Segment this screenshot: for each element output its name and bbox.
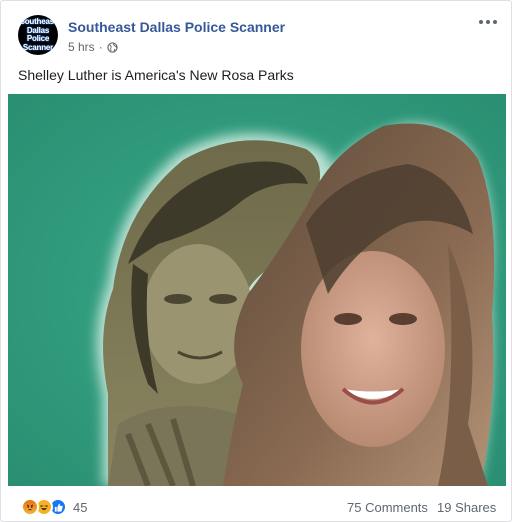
post-text: Shelley Luther is America's New Rosa Par… xyxy=(18,67,294,83)
reactions-summary[interactable]: 45 xyxy=(21,498,87,516)
page-name-link[interactable]: Southeast Dallas Police Scanner xyxy=(68,19,285,35)
facebook-post: Southeast Dallas Police Scanner Southeas… xyxy=(0,0,512,522)
collage-image xyxy=(8,94,506,486)
reaction-count: 45 xyxy=(73,499,88,515)
more-options-icon[interactable] xyxy=(479,17,497,27)
angry-icon xyxy=(21,498,39,516)
page-avatar[interactable]: Southeast Dallas Police Scanner xyxy=(18,15,58,55)
shares-link[interactable]: 19 Shares xyxy=(437,500,496,515)
globe-icon[interactable] xyxy=(107,41,118,53)
comments-link[interactable]: 75 Comments xyxy=(347,500,428,515)
post-meta: 5 hrs · xyxy=(68,40,118,54)
avatar-text-line-4: Scanner xyxy=(22,42,54,52)
post-photo[interactable] xyxy=(8,94,506,486)
post-timestamp[interactable]: 5 hrs xyxy=(68,40,95,54)
post-footer: 45 75 Comments 19 Shares xyxy=(1,493,512,521)
meta-separator: · xyxy=(98,40,103,54)
